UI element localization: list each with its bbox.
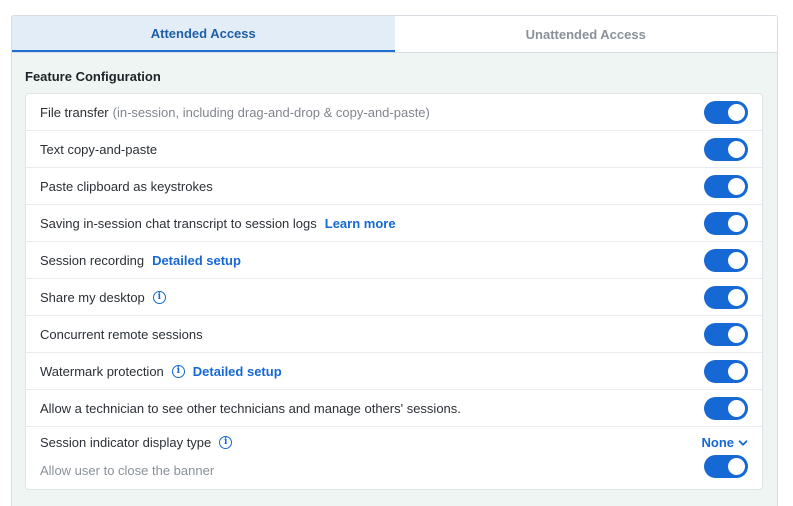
- banner-close-label: Allow user to close the banner: [40, 463, 215, 478]
- row-note: (in-session, including drag-and-drop & c…: [112, 104, 430, 120]
- row-share-desktop: Share my desktop i: [26, 279, 762, 316]
- detailed-setup-link[interactable]: Detailed setup: [152, 253, 241, 268]
- toggle-knob: [728, 363, 745, 380]
- access-tabs: Attended Access Unattended Access: [12, 16, 777, 53]
- section-title: Feature Configuration: [25, 69, 161, 84]
- toggle-knob: [728, 215, 745, 232]
- learn-more-link[interactable]: Learn more: [325, 216, 396, 231]
- feature-list: File transfer (in-session, including dra…: [25, 93, 763, 490]
- row-paste-clipboard: Paste clipboard as keystrokes: [26, 168, 762, 205]
- info-icon[interactable]: i: [152, 290, 166, 304]
- share-desktop-toggle[interactable]: [704, 286, 748, 309]
- toggle-knob: [728, 141, 745, 158]
- row-concurrent-sessions: Concurrent remote sessions: [26, 316, 762, 353]
- tab-unattended-access[interactable]: Unattended Access: [394, 16, 777, 52]
- row-technician-access: Allow a technician to see other technici…: [26, 390, 762, 427]
- file-transfer-toggle[interactable]: [704, 101, 748, 124]
- row-chat-transcript: Saving in-session chat transcript to ses…: [26, 205, 762, 242]
- toggle-knob: [728, 400, 745, 417]
- row-label: Text copy-and-paste: [40, 141, 158, 157]
- toggle-knob: [728, 104, 745, 121]
- session-recording-toggle[interactable]: [704, 249, 748, 272]
- row-label: Paste clipboard as keystrokes: [40, 178, 213, 194]
- detailed-setup-link[interactable]: Detailed setup: [193, 364, 282, 379]
- indicator-label-group: Session indicator display type i: [40, 435, 233, 450]
- row-session-recording: Session recording Detailed setup: [26, 242, 762, 279]
- row-file-transfer: File transfer (in-session, including dra…: [26, 94, 762, 131]
- concurrent-sessions-toggle[interactable]: [704, 323, 748, 346]
- info-icon[interactable]: i: [171, 364, 185, 378]
- chat-transcript-toggle[interactable]: [704, 212, 748, 235]
- indicator-type-select[interactable]: None: [702, 435, 749, 450]
- chevron-down-icon: [738, 439, 748, 446]
- info-icon[interactable]: i: [219, 436, 233, 449]
- row-label: File transfer: [40, 104, 109, 120]
- row-label: Allow a technician to see other technici…: [40, 400, 461, 416]
- row-label: Saving in-session chat transcript to ses…: [40, 215, 317, 231]
- row-label: Session recording: [40, 252, 145, 268]
- row-session-indicator: Session indicator display type i None Al…: [26, 427, 762, 483]
- tab-attended-access[interactable]: Attended Access: [12, 16, 395, 52]
- indicator-selected-value: None: [701, 435, 735, 450]
- toggle-knob: [728, 458, 745, 475]
- row-label: Concurrent remote sessions: [40, 326, 203, 342]
- toggle-knob: [728, 252, 745, 269]
- row-label: Share my desktop: [40, 289, 145, 305]
- text-copy-paste-toggle[interactable]: [704, 138, 748, 161]
- toggle-knob: [728, 326, 745, 343]
- technician-access-toggle[interactable]: [704, 397, 748, 420]
- row-label: Watermark protection: [40, 363, 164, 379]
- row-watermark: Watermark protection i Detailed setup: [26, 353, 762, 390]
- row-text-copy-paste: Text copy-and-paste: [26, 131, 762, 168]
- settings-panel: Attended Access Unattended Access Featur…: [11, 15, 778, 506]
- row-label: Session indicator display type: [40, 435, 212, 450]
- toggle-knob: [728, 178, 745, 195]
- close-banner-toggle[interactable]: [704, 455, 748, 478]
- paste-clipboard-toggle[interactable]: [704, 175, 748, 198]
- watermark-toggle[interactable]: [704, 360, 748, 383]
- toggle-knob: [728, 289, 745, 306]
